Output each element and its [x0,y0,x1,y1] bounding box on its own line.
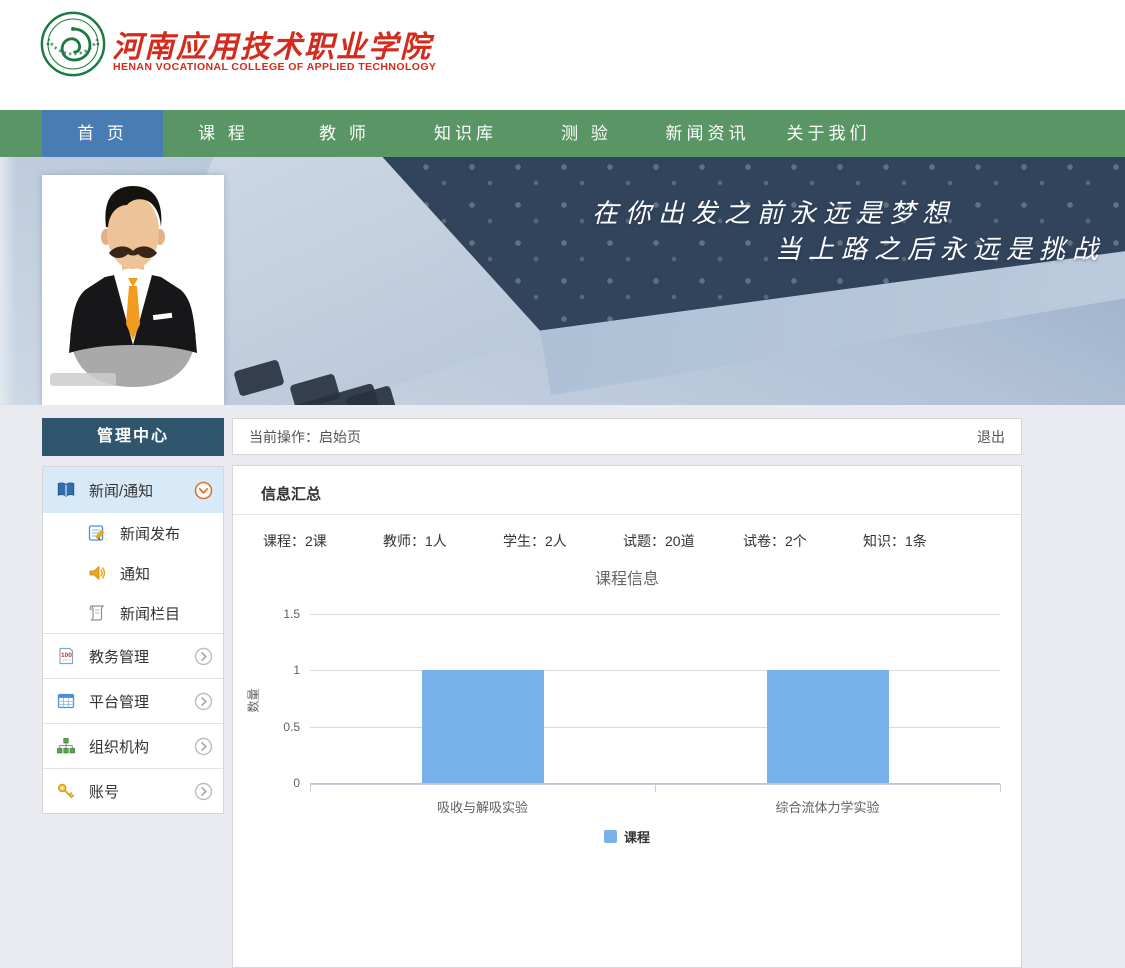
nav-tab-home[interactable]: 首 页 [42,110,163,157]
stats-row: 课程：2课 教师：1人 学生：2人 试题：20道 试卷：2个 知识：1条 [233,515,1021,551]
nav-tab-courses[interactable]: 课 程 [163,110,284,157]
grid-line [310,670,1000,671]
chart-bar [422,670,544,783]
stat-papers: 试卷：2个 [743,531,863,551]
x-axis-tick [655,784,656,792]
sidebar-subitem-label: 新闻栏目 [120,603,213,624]
main-content: 当前操作：启始页 退出 信息汇总 课程：2课 教师：1人 学生：2人 试题：20… [232,418,1022,968]
nav-tab-about[interactable]: 关于我们 [768,110,889,157]
x-axis-tick [1000,784,1001,792]
stat-courses: 课程：2课 [263,531,383,551]
chevron-right-circle-icon[interactable] [194,647,213,666]
course-chart: 课程信息 数量 课程 0 0.5 1 1.5 吸收与解吸实验综合流体力学实验 [233,561,1021,871]
x-axis-category-label: 综合流体力学实验 [655,797,1000,816]
banner-slogan-line1: 在你出发之前永远是梦想 [592,193,955,230]
logout-button[interactable]: 退出 [977,427,1005,447]
current-operation-text: 当前操作：启始页 [249,427,361,447]
sidebar-item-news-notice[interactable]: 新闻/通知 [43,467,223,513]
edit-note-icon [87,523,107,543]
x-axis-category-label: 吸收与解吸实验 [310,797,655,816]
businessman-avatar [42,175,224,405]
sidebar-title: 管理中心 [42,418,224,456]
sidebar-item-label: 账号 [89,781,194,802]
stat-students: 学生：2人 [503,531,623,551]
legend-swatch [604,830,617,843]
speaker-icon [87,563,107,583]
sidebar-menu: 新闻/通知 新闻发布 [42,466,224,814]
table-icon [56,691,76,711]
page: 河南应用技术职业学院 HENAN VOCATIONAL COLLEGE OF A… [0,0,1125,968]
summary-panel: 信息汇总 课程：2课 教师：1人 学生：2人 试题：20道 试卷：2个 知识：1… [232,465,1022,968]
chart-title: 课程信息 [233,565,1021,589]
banner-left-light [0,157,16,405]
legend-label: 课程 [624,827,650,846]
book-icon [56,480,76,500]
y-tick-label: 0 [266,776,300,790]
sidebar-item-organization[interactable]: 组织机构 [43,723,223,768]
sidebar-item-label: 平台管理 [89,691,194,712]
college-name-en: HENAN VOCATIONAL COLLEGE OF APPLIED TECH… [113,61,436,73]
y-tick-label: 1 [266,663,300,677]
site-header: 河南应用技术职业学院 HENAN VOCATIONAL COLLEGE OF A… [0,0,1125,110]
stat-questions: 试题：20道 [623,531,743,551]
chevron-down-circle-icon[interactable] [194,481,213,500]
sidebar-subitem-notice[interactable]: 通知 [43,553,223,593]
sidebar-subitem-news-publish[interactable]: 新闻发布 [43,513,223,553]
nav-tab-news[interactable]: 新闻资讯 [647,110,768,157]
nav-tab-knowledge-base[interactable]: 知识库 [405,110,526,157]
chevron-right-circle-icon[interactable] [194,737,213,756]
avatar-card [42,175,224,405]
sidebar-subitem-label: 通知 [120,563,213,584]
org-chart-icon [56,736,76,756]
sidebar-item-account[interactable]: 账号 [43,768,223,813]
sidebar-subitem-label: 新闻发布 [120,523,213,544]
stat-teachers: 教师：1人 [383,531,503,551]
sidebar-item-label: 教务管理 [89,646,194,667]
summary-title: 信息汇总 [233,466,1021,514]
college-seal-icon [40,11,106,77]
grade-100-icon: 100 [56,646,76,666]
nav-tab-teachers[interactable]: 教 师 [284,110,405,157]
grid-line [310,614,1000,615]
sidebar-item-academic-management[interactable]: 100 教务管理 [43,633,223,678]
y-tick-label: 1.5 [266,607,300,621]
sidebar-item-label: 组织机构 [89,736,194,757]
nav-tab-quiz[interactable]: 测 验 [526,110,647,157]
scroll-icon [87,603,107,623]
chevron-right-circle-icon[interactable] [194,782,213,801]
y-tick-label: 0.5 [266,720,300,734]
chart-legend[interactable]: 课程 [233,827,1021,846]
sidebar-item-platform-management[interactable]: 平台管理 [43,678,223,723]
key-icon [56,781,76,801]
svg-text:100: 100 [61,652,72,659]
hero-banner: 在你出发之前永远是梦想 当上路之后永远是挑战 [0,157,1125,405]
stat-knowledge: 知识：1条 [863,531,983,551]
banner-slogan-line2: 当上路之后永远是挑战 [775,229,1105,266]
operation-toolbar: 当前操作：启始页 退出 [232,418,1022,455]
y-axis-label: 数量 [245,688,262,712]
admin-sidebar: 管理中心 新闻/通知 [42,418,224,814]
chevron-right-circle-icon[interactable] [194,692,213,711]
sidebar-item-label: 新闻/通知 [89,480,194,501]
college-name-cn: 河南应用技术职业学院 [112,22,432,66]
x-axis-tick [310,784,311,792]
main-nav: 首 页 课 程 教 师 知识库 测 验 新闻资讯 关于我们 [0,110,1125,157]
chart-bar [767,670,889,783]
sidebar-subitem-news-column[interactable]: 新闻栏目 [43,593,223,633]
grid-line [310,727,1000,728]
